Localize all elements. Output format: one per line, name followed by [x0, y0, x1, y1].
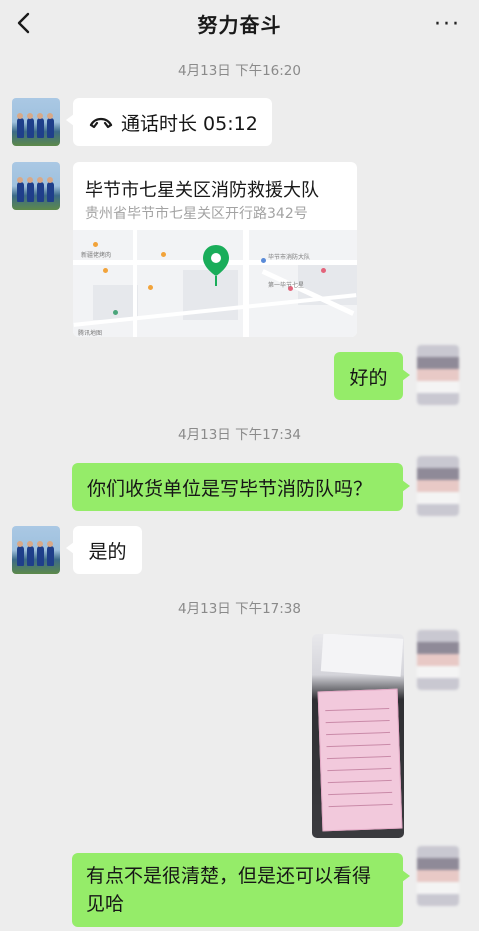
- location-card[interactable]: 毕节市七星关区消防救援大队 贵州省毕节市七星关区开行路342号 新疆佬烤肉 毕节…: [73, 162, 357, 337]
- back-button[interactable]: [6, 6, 40, 40]
- more-options-button[interactable]: ···: [434, 12, 461, 37]
- self-avatar[interactable]: [417, 846, 459, 906]
- message-text: 你们收货单位是写毕节消防队吗？: [87, 477, 373, 500]
- self-message-bubble[interactable]: 你们收货单位是写毕节消防队吗？: [72, 463, 410, 511]
- map-pin-icon: [203, 245, 229, 286]
- self-avatar[interactable]: [417, 345, 459, 405]
- location-name: 毕节市七星关区消防救援大队: [85, 180, 319, 201]
- self-avatar[interactable]: [417, 630, 459, 690]
- timestamp: 4月13日 下午17:34: [178, 427, 301, 443]
- timestamp: 4月13日 下午16:20: [178, 63, 301, 79]
- contact-avatar[interactable]: [12, 526, 60, 574]
- chevron-left-icon: [17, 12, 30, 34]
- image-message[interactable]: [312, 634, 404, 838]
- message-text: 有点不是很清楚，但是还可以看得见哈: [86, 865, 372, 915]
- self-avatar[interactable]: [417, 456, 459, 516]
- contact-message-bubble[interactable]: 是的: [66, 526, 142, 574]
- chat-header: 努力奋斗 ···: [0, 0, 479, 46]
- self-message-bubble[interactable]: 有点不是很清楚，但是还可以看得见哈: [72, 853, 410, 927]
- timestamp: 4月13日 下午17:38: [178, 601, 301, 617]
- location-address: 贵州省毕节市七星关区开行路342号: [85, 206, 308, 222]
- chat-title: 努力奋斗: [197, 12, 282, 37]
- call-record-bubble[interactable]: 通话时长 05:12: [66, 98, 272, 146]
- contact-avatar[interactable]: [12, 162, 60, 210]
- contact-avatar[interactable]: [12, 98, 60, 146]
- self-message-bubble[interactable]: 好的: [334, 352, 410, 400]
- phone-hangup-icon: [89, 117, 113, 129]
- call-duration-text: 通话时长 05:12: [121, 112, 258, 135]
- message-text: 好的: [349, 366, 388, 389]
- location-map[interactable]: 新疆佬烤肉 毕节市消防大队 第一毕节七星 腾讯地图: [73, 230, 357, 337]
- message-text: 是的: [88, 540, 127, 563]
